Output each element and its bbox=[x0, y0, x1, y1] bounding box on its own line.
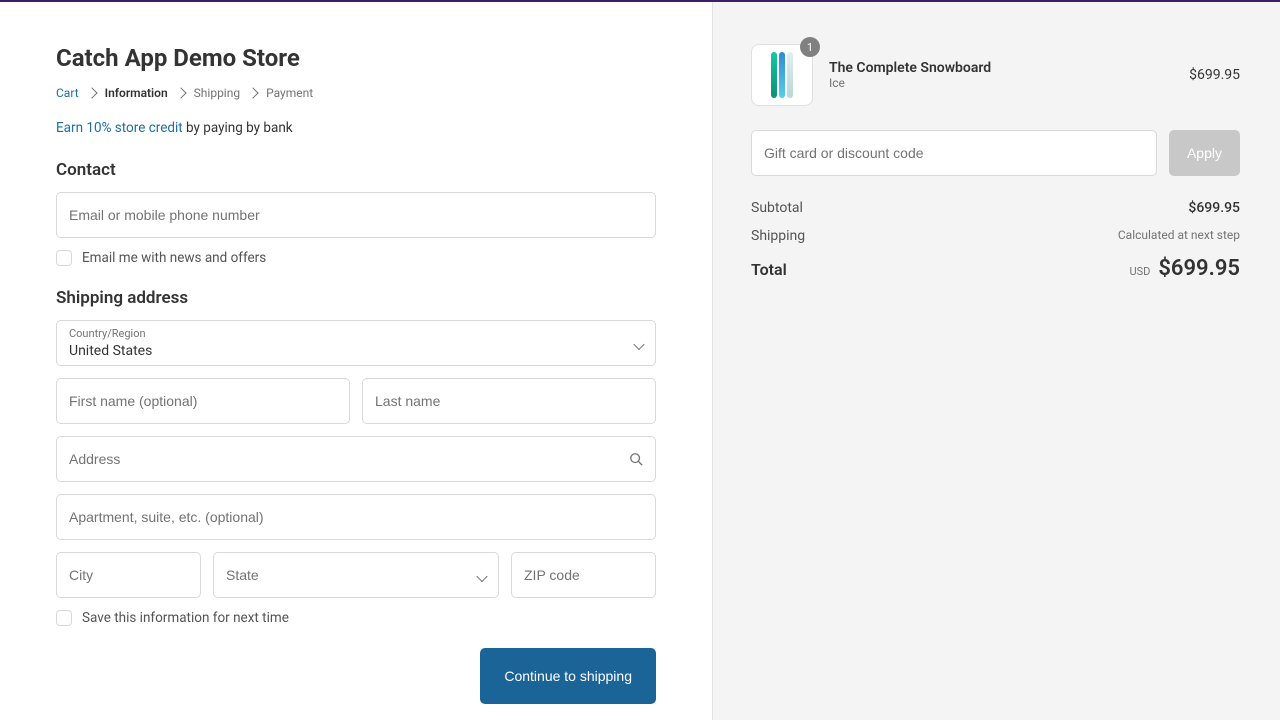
continue-button[interactable]: Continue to shipping bbox=[480, 648, 656, 704]
subtotal-line: Subtotal $699.95 bbox=[751, 200, 1240, 216]
zip-input[interactable] bbox=[512, 553, 655, 597]
newsletter-label: Email me with news and offers bbox=[82, 250, 266, 266]
currency-code: USD bbox=[1129, 265, 1150, 278]
address2-input[interactable] bbox=[57, 495, 655, 539]
search-icon bbox=[629, 452, 643, 466]
chevron-right-icon bbox=[86, 87, 97, 98]
checkbox-icon bbox=[56, 250, 72, 266]
order-summary: 1 The Complete Snowboard Ice $699.95 App… bbox=[712, 2, 1280, 720]
product-name: The Complete Snowboard bbox=[829, 60, 1173, 76]
discount-input[interactable] bbox=[752, 131, 1156, 175]
product-thumbnail: 1 bbox=[751, 44, 813, 106]
first-name-input[interactable] bbox=[57, 379, 349, 423]
checkbox-icon bbox=[56, 610, 72, 626]
total-label: Total bbox=[751, 260, 787, 279]
shipping-value: Calculated at next step bbox=[1118, 228, 1240, 244]
breadcrumb-information: Information bbox=[105, 86, 168, 100]
country-select[interactable]: Country/Region United States bbox=[56, 320, 656, 366]
city-input[interactable] bbox=[57, 553, 200, 597]
checkout-main: Catch App Demo Store Cart Information Sh… bbox=[0, 2, 712, 720]
breadcrumb-payment: Payment bbox=[266, 86, 313, 100]
shipping-heading: Shipping address bbox=[56, 288, 656, 308]
email-input[interactable] bbox=[57, 193, 655, 237]
total-line: Total USD $699.95 bbox=[751, 256, 1240, 281]
chevron-down-icon bbox=[478, 566, 486, 585]
subtotal-label: Subtotal bbox=[751, 200, 803, 216]
cart-item: 1 The Complete Snowboard Ice $699.95 bbox=[751, 44, 1240, 106]
promo-link[interactable]: Earn 10% store credit bbox=[56, 120, 183, 136]
email-field-wrapper bbox=[56, 192, 656, 238]
product-variant: Ice bbox=[829, 76, 1173, 90]
newsletter-checkbox[interactable]: Email me with news and offers bbox=[56, 250, 656, 266]
save-info-label: Save this information for next time bbox=[82, 610, 289, 626]
promo-banner: Earn 10% store credit by paying by bank bbox=[56, 120, 656, 136]
total-amount: $699.95 bbox=[1158, 256, 1240, 281]
state-input bbox=[214, 553, 498, 597]
chevron-down-icon bbox=[635, 334, 643, 353]
chevron-right-icon bbox=[247, 87, 258, 98]
subtotal-value: $699.95 bbox=[1188, 200, 1240, 216]
shipping-line: Shipping Calculated at next step bbox=[751, 228, 1240, 244]
address-input[interactable] bbox=[57, 437, 655, 481]
last-name-input[interactable] bbox=[363, 379, 655, 423]
state-select[interactable] bbox=[213, 552, 499, 598]
shipping-label: Shipping bbox=[751, 228, 805, 244]
product-price: $699.95 bbox=[1189, 67, 1240, 83]
chevron-right-icon bbox=[175, 87, 186, 98]
country-label: Country/Region bbox=[69, 327, 643, 340]
contact-heading: Contact bbox=[56, 160, 656, 180]
address-field-wrapper bbox=[56, 436, 656, 482]
country-value: United States bbox=[69, 343, 152, 359]
apply-button[interactable]: Apply bbox=[1169, 130, 1240, 176]
breadcrumb-cart[interactable]: Cart bbox=[56, 86, 79, 100]
quantity-badge: 1 bbox=[800, 37, 820, 57]
breadcrumb-shipping: Shipping bbox=[194, 86, 240, 100]
store-title: Catch App Demo Store bbox=[56, 44, 656, 72]
breadcrumb: Cart Information Shipping Payment bbox=[56, 86, 656, 100]
save-info-checkbox[interactable]: Save this information for next time bbox=[56, 610, 656, 626]
promo-suffix: by paying by bank bbox=[183, 120, 293, 136]
